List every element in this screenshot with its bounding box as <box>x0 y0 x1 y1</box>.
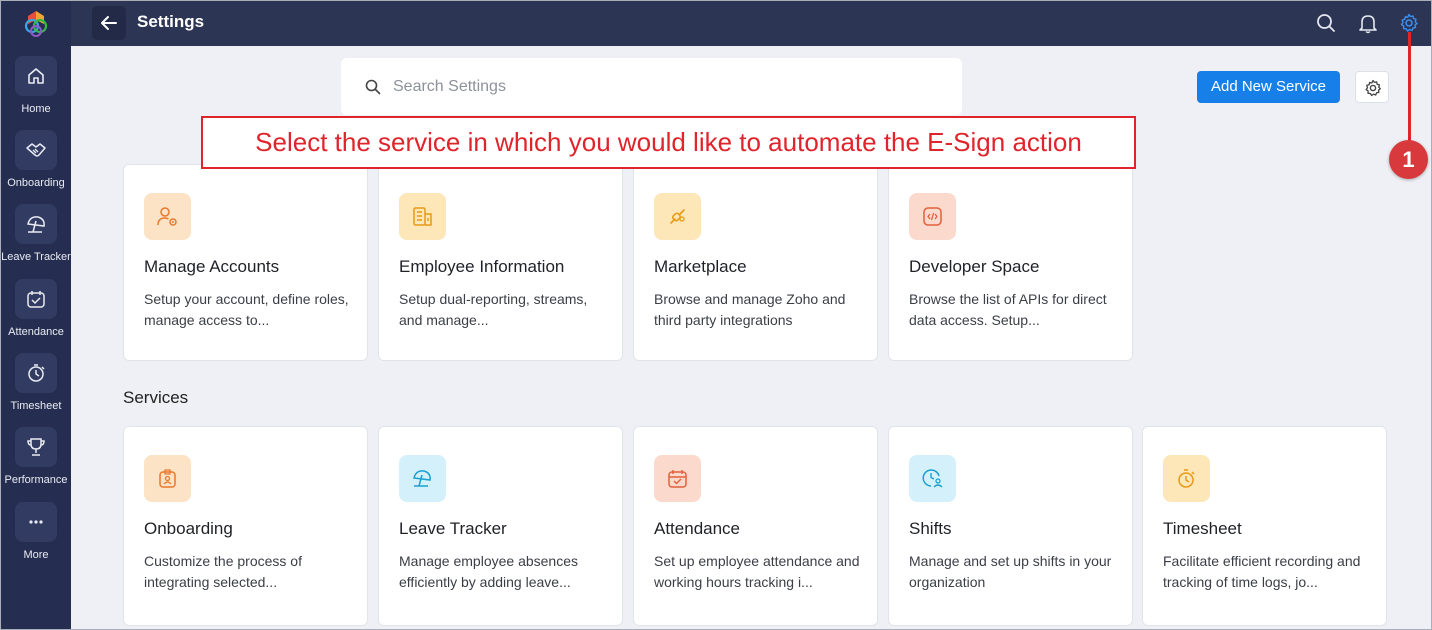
handshake-icon <box>15 130 57 170</box>
umbrella-icon <box>15 204 57 244</box>
clock-user-icon <box>909 455 956 502</box>
page-title: Settings <box>137 12 205 31</box>
sidebar-item-label: Performance <box>4 474 68 486</box>
card-title: Employee Information <box>399 257 565 276</box>
customize-settings-button[interactable] <box>1355 71 1389 103</box>
timer-icon <box>15 353 57 393</box>
sidebar-item-home[interactable]: Home <box>1 56 71 115</box>
plug-icon <box>654 193 701 240</box>
card-title: Attendance <box>654 519 741 538</box>
app-logo-icon[interactable] <box>21 9 51 39</box>
card-title: Marketplace <box>654 257 747 276</box>
sidebar-item-label: Attendance <box>8 326 64 338</box>
annotation-step-marker: 1 <box>1389 140 1428 179</box>
add-new-service-button[interactable]: Add New Service <box>1197 71 1340 103</box>
home-icon <box>15 56 57 96</box>
back-button[interactable] <box>92 6 126 40</box>
annotation-pointer-line <box>1408 32 1411 148</box>
calendar-check-icon <box>654 455 701 502</box>
search-icon[interactable] <box>1315 12 1337 34</box>
service-card-onboarding[interactable]: Onboarding Customize the process of inte… <box>123 426 368 626</box>
card-description: Facilitate efficient recording and track… <box>1163 553 1361 590</box>
user-settings-icon <box>144 193 191 240</box>
card-description: Set up employee attendance and working h… <box>654 553 860 590</box>
trophy-icon <box>15 427 57 467</box>
more-icon <box>15 502 57 542</box>
card-description: Manage employee absences efficiently by … <box>399 553 579 590</box>
sidebar-item-label: Onboarding <box>7 177 65 189</box>
app-window: Home Onboarding Leave Tracker Attendance <box>0 0 1432 630</box>
card-description: Manage and set up shifts in your organiz… <box>909 553 1112 590</box>
service-card-attendance[interactable]: Attendance Set up employee attendance an… <box>633 426 878 626</box>
annotation-callout: Select the service in which you would li… <box>201 116 1136 169</box>
search-input[interactable] <box>393 74 933 100</box>
sidebar-item-label: Leave Tracker <box>1 251 71 263</box>
code-icon <box>909 193 956 240</box>
sidebar-item-timesheet[interactable]: Timesheet <box>1 353 71 412</box>
gear-wrench-icon <box>1365 79 1381 97</box>
sidebar-item-label: More <box>23 549 49 561</box>
badge-icon <box>144 455 191 502</box>
building-icon <box>399 193 446 240</box>
sidebar-item-label: Home <box>21 103 51 115</box>
arrow-left-icon <box>101 16 117 30</box>
umbrella-icon <box>399 455 446 502</box>
top-bar: Settings <box>71 1 1431 46</box>
settings-card-manage-accounts[interactable]: Manage Accounts Setup your account, defi… <box>123 164 368 361</box>
settings-card-developer-space[interactable]: Developer Space Browse the list of APIs … <box>888 164 1133 361</box>
card-title: Leave Tracker <box>399 519 507 538</box>
settings-card-marketplace[interactable]: Marketplace Browse and manage Zoho and t… <box>633 164 878 361</box>
card-title: Onboarding <box>144 519 233 538</box>
card-title: Manage Accounts <box>144 257 280 276</box>
sidebar: Home Onboarding Leave Tracker Attendance <box>1 1 71 629</box>
sidebar-item-label: Timesheet <box>10 400 62 412</box>
card-title: Timesheet <box>1163 519 1242 538</box>
bell-icon[interactable] <box>1357 12 1379 34</box>
calendar-check-icon <box>15 279 57 319</box>
sidebar-item-attendance[interactable]: Attendance <box>1 279 71 338</box>
search-box <box>341 58 962 115</box>
services-heading: Services <box>123 388 189 407</box>
timer-icon <box>1163 455 1210 502</box>
gear-icon[interactable] <box>1398 12 1420 34</box>
sidebar-item-performance[interactable]: Performance <box>1 427 71 486</box>
card-title: Shifts <box>909 519 952 538</box>
sidebar-item-onboarding[interactable]: Onboarding <box>1 130 71 189</box>
card-description: Browse and manage Zoho and third party i… <box>654 291 846 328</box>
search-icon <box>365 79 381 95</box>
service-card-leave-tracker[interactable]: Leave Tracker Manage employee absences e… <box>378 426 623 626</box>
service-card-timesheet[interactable]: Timesheet Facilitate efficient recording… <box>1142 426 1387 626</box>
sidebar-item-leave-tracker[interactable]: Leave Tracker <box>1 204 71 263</box>
card-description: Setup your account, define roles, manage… <box>144 291 349 328</box>
sidebar-item-more[interactable]: More <box>1 502 71 561</box>
card-description: Browse the list of APIs for direct data … <box>909 291 1107 328</box>
card-description: Setup dual-reporting, streams, and manag… <box>399 291 588 328</box>
card-title: Developer Space <box>909 257 1040 276</box>
settings-card-employee-information[interactable]: Employee Information Setup dual-reportin… <box>378 164 623 361</box>
card-description: Customize the process of integrating sel… <box>144 553 302 590</box>
service-card-shifts[interactable]: Shifts Manage and set up shifts in your … <box>888 426 1133 626</box>
